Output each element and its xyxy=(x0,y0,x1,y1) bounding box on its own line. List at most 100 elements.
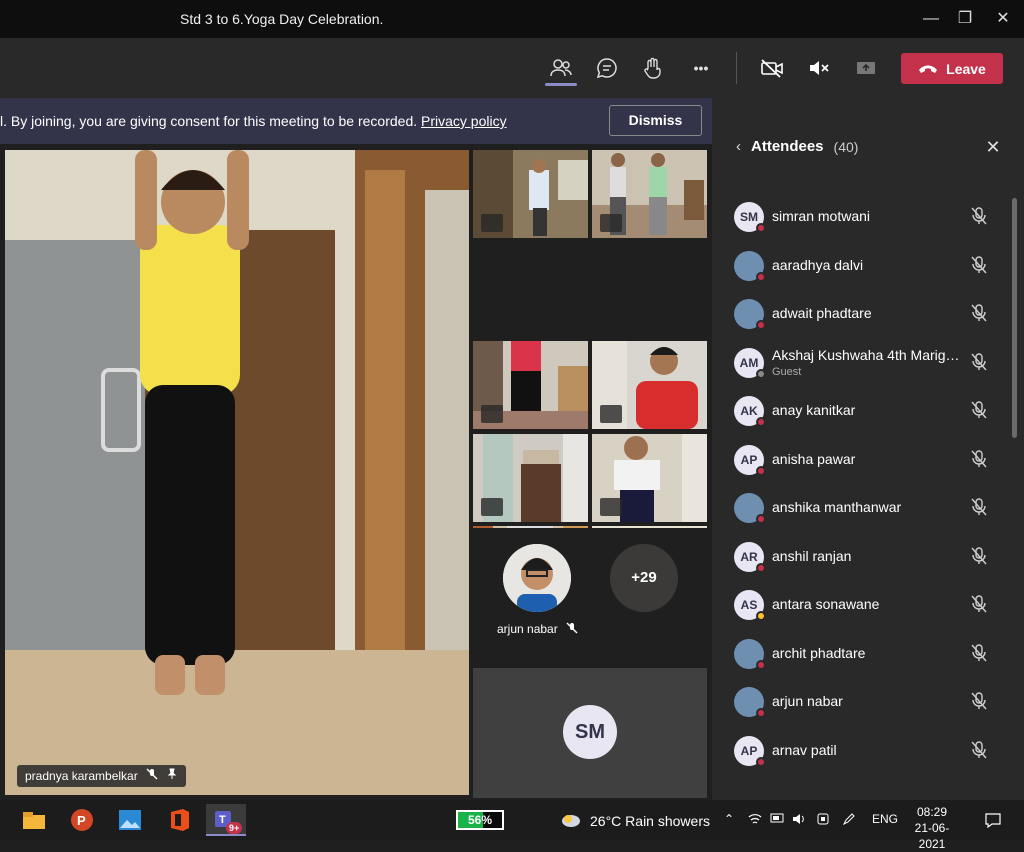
share-screen-icon[interactable] xyxy=(850,52,882,84)
recording-consent-banner: l. By joining, you are giving consent fo… xyxy=(0,98,712,144)
attendee-row[interactable]: AP arnav patil xyxy=(712,727,1008,775)
speaker-mute-icon[interactable] xyxy=(803,52,835,84)
pen-icon[interactable] xyxy=(842,812,858,829)
weather-widget[interactable]: 26°C Rain showers xyxy=(560,812,710,830)
attendee-name: archit phadtare xyxy=(772,644,866,661)
mic-off-icon[interactable] xyxy=(970,400,990,422)
presence-status-dot xyxy=(756,659,766,670)
volume-icon[interactable] xyxy=(792,812,808,829)
attendee-row[interactable]: archit phadtare xyxy=(712,630,1008,678)
mic-off-icon[interactable] xyxy=(970,449,990,471)
weather-text: 26°C Rain showers xyxy=(590,813,710,829)
mic-off-icon[interactable] xyxy=(970,206,990,228)
audio-participant-name: arjun nabar xyxy=(497,622,558,636)
banner-text: l. By joining, you are giving consent fo… xyxy=(0,113,422,129)
attendee-row[interactable]: aaradhya dalvi xyxy=(712,242,1008,290)
attendee-name: anisha pawar xyxy=(772,450,856,467)
video-tile[interactable] xyxy=(592,341,707,429)
attendee-row[interactable]: AM Akshaj Kushwaha 4th Marigol... Guest xyxy=(712,339,1008,387)
privacy-policy-link[interactable]: Privacy policy xyxy=(421,113,507,129)
chat-icon[interactable] xyxy=(591,52,623,84)
attendee-row[interactable]: adwait phadtare xyxy=(712,290,1008,338)
self-video-tile[interactable]: SM xyxy=(473,668,707,798)
mic-off-icon[interactable] xyxy=(970,255,990,277)
file-explorer-icon[interactable] xyxy=(14,804,54,836)
attendee-role: Guest xyxy=(772,365,802,378)
cloud-rain-icon xyxy=(562,815,580,827)
teams-icon[interactable]: T 9+ xyxy=(206,804,246,836)
avatar[interactable] xyxy=(503,544,571,612)
meeting-toolbar: ••• Leave xyxy=(0,38,1024,98)
mic-off-icon[interactable] xyxy=(970,594,990,616)
photos-icon[interactable] xyxy=(110,804,150,836)
attendee-name: anshil ranjan xyxy=(772,547,852,564)
attendee-name: antara sonawane xyxy=(772,596,880,612)
more-options-icon[interactable]: ••• xyxy=(685,52,717,84)
overflow-participants-button[interactable]: +29 xyxy=(610,544,678,612)
attendee-name: anshika manthanwar xyxy=(772,499,902,515)
attendee-row[interactable]: anshika manthanwar xyxy=(712,484,1008,532)
attendee-count: (40) xyxy=(833,138,859,155)
video-tile[interactable] xyxy=(592,150,707,238)
mic-off-icon[interactable] xyxy=(970,352,990,374)
close-panel-icon[interactable]: ✕ xyxy=(982,136,1004,158)
attendee-row[interactable]: SM simran motwani xyxy=(712,193,1008,241)
mic-off-icon[interactable] xyxy=(970,497,990,519)
attendee-name: simran motwani xyxy=(772,208,871,224)
window-title: Std 3 to 6.Yoga Day Celebration. xyxy=(180,11,384,27)
attendee-row[interactable]: arjun nabar xyxy=(712,678,1008,726)
mic-off-icon[interactable] xyxy=(970,643,990,665)
video-tile[interactable] xyxy=(473,341,588,429)
mic-off-icon[interactable] xyxy=(970,546,990,568)
attendee-row[interactable]: AR anshil ranjan xyxy=(712,533,1008,581)
video-tile[interactable] xyxy=(473,434,588,522)
system-clock[interactable]: 08:29 21-06-2021 xyxy=(903,804,961,852)
panel-scrollbar[interactable] xyxy=(1012,198,1017,438)
attendee-row[interactable]: AP anisha pawar xyxy=(712,436,1008,484)
attendees-panel: ‹ Attendees (40) ✕ SM simran motwani aarad… xyxy=(712,98,1024,800)
presence-status-dot xyxy=(756,756,766,767)
presence-status-dot xyxy=(756,223,766,233)
battery-indicator[interactable]: 56% xyxy=(456,810,504,830)
office-icon[interactable] xyxy=(160,804,200,836)
meeting-stage: l. By joining, you are giving consent fo… xyxy=(0,98,712,800)
minimize-button[interactable]: — xyxy=(918,6,944,32)
mic-off-icon xyxy=(600,214,622,232)
mic-off-icon[interactable] xyxy=(970,691,990,713)
presence-status-dot xyxy=(756,708,766,718)
pin-icon[interactable] xyxy=(166,765,178,787)
close-window-button[interactable]: ✕ xyxy=(990,6,1016,32)
teams-badge: 9+ xyxy=(226,822,243,834)
maximize-button[interactable]: ❐ xyxy=(952,6,978,32)
main-participant-name: pradnya karambelkar xyxy=(25,769,138,783)
audio-participant-label: arjun nabar xyxy=(497,622,578,637)
main-video[interactable]: pradnya karambelkar xyxy=(5,150,469,795)
powerpoint-icon[interactable]: P xyxy=(62,804,102,836)
chevron-up-icon[interactable]: ⌃ xyxy=(724,812,734,826)
windows-taskbar: P T 9+ 56% 26°C Rain showers ⌃ ENG 08:29… xyxy=(0,800,1024,851)
leave-button[interactable]: Leave xyxy=(901,53,1003,84)
wifi-icon[interactable] xyxy=(748,812,762,829)
phone-hangup-icon xyxy=(919,65,938,73)
video-tile[interactable] xyxy=(473,150,588,238)
clock-time: 08:29 xyxy=(916,805,948,819)
audio-participants: arjun nabar +29 xyxy=(473,528,707,664)
panel-header: ‹ Attendees (40) xyxy=(736,138,858,155)
mic-off-icon[interactable] xyxy=(970,740,990,762)
notifications-icon[interactable] xyxy=(984,812,1002,831)
attendee-name: anay kanitkar xyxy=(772,402,856,418)
attendee-row[interactable]: AK anay kanitkar xyxy=(712,387,1008,435)
mic-off-icon xyxy=(600,405,622,423)
raise-hand-icon[interactable] xyxy=(637,52,669,84)
back-chevron-icon[interactable]: ‹ xyxy=(736,138,741,155)
dismiss-button[interactable]: Dismiss xyxy=(609,105,702,136)
people-icon[interactable] xyxy=(545,52,577,84)
video-tile[interactable] xyxy=(592,434,707,522)
camera-off-icon[interactable] xyxy=(756,52,788,84)
meet-now-icon[interactable] xyxy=(816,812,832,829)
battery-tray-icon[interactable] xyxy=(770,812,786,827)
input-language[interactable]: ENG xyxy=(872,812,898,826)
mic-off-icon[interactable] xyxy=(970,303,990,325)
presence-status-dot xyxy=(756,562,766,573)
attendee-row[interactable]: AS antara sonawane xyxy=(712,581,1008,629)
